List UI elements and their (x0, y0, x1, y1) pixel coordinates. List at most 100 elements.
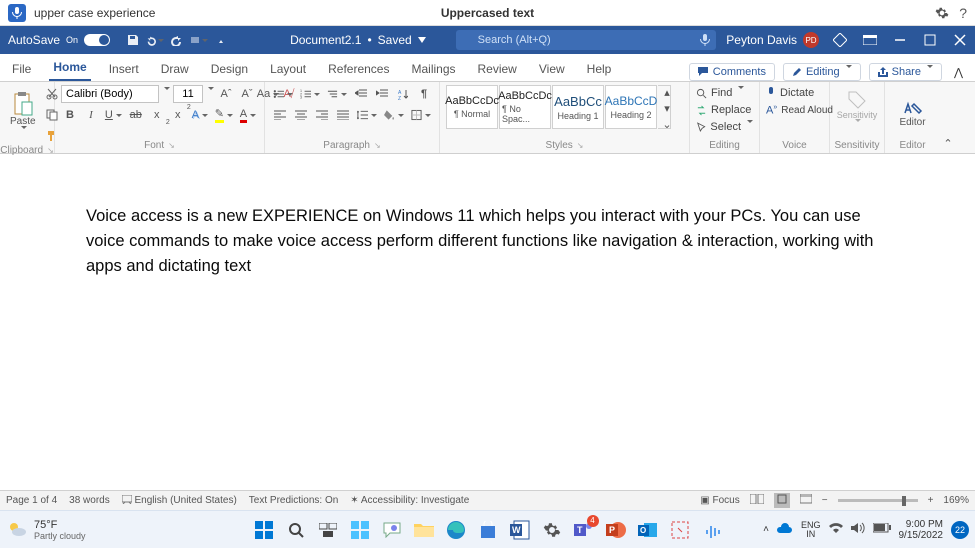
styles-scroll-up[interactable]: ▴ (658, 86, 676, 99)
status-page[interactable]: Page 1 of 4 (6, 495, 57, 506)
shading-button[interactable] (382, 106, 406, 124)
start-button[interactable] (251, 517, 277, 543)
show-marks-button[interactable]: ¶ (415, 85, 433, 103)
zoom-level[interactable]: 169% (943, 495, 969, 506)
qat-overflow-button[interactable] (212, 31, 230, 49)
search-input[interactable] (456, 30, 716, 50)
share-button[interactable]: Share (869, 63, 942, 81)
tab-design[interactable]: Design (207, 57, 252, 81)
tab-draw[interactable]: Draw (157, 57, 193, 81)
sensitivity-button[interactable]: Sensitivity (836, 85, 878, 137)
chevron-down-icon[interactable] (206, 88, 214, 100)
style-heading1[interactable]: AaBbCcHeading 1 (552, 85, 604, 129)
superscript-button[interactable]: x (169, 106, 187, 124)
battery-icon[interactable] (873, 523, 891, 536)
strikethrough-button[interactable]: ab (127, 106, 145, 124)
subscript-button[interactable]: x (148, 106, 166, 124)
document-area[interactable]: Voice access is a new EXPERIENCE on Wind… (0, 154, 975, 490)
align-left-button[interactable] (271, 106, 289, 124)
style-heading2[interactable]: AaBbCcDHeading 2 (605, 85, 657, 129)
settings-button[interactable] (539, 517, 565, 543)
tray-overflow-button[interactable]: ˄ (763, 524, 769, 535)
status-accessibility[interactable]: ✶ Accessibility: Investigate (350, 495, 469, 506)
widgets-button[interactable] (347, 517, 373, 543)
tab-insert[interactable]: Insert (105, 57, 143, 81)
undo-button[interactable] (146, 31, 164, 49)
snipping-button[interactable] (667, 517, 693, 543)
account-button[interactable]: Peyton Davis PD (726, 32, 819, 48)
zoom-in-button[interactable]: + (928, 495, 934, 506)
zoom-out-button[interactable]: − (822, 495, 828, 506)
dialog-launcher-icon[interactable]: ↘ (374, 141, 381, 150)
font-color-button[interactable]: A (238, 106, 258, 124)
wifi-icon[interactable] (829, 523, 843, 537)
redo-button[interactable] (168, 31, 186, 49)
read-aloud-button[interactable]: A»Read Aloud (766, 102, 823, 118)
align-center-button[interactable] (292, 106, 310, 124)
collapse-ribbon-button[interactable]: ⌃ (940, 82, 956, 153)
view-print-button[interactable] (774, 493, 790, 508)
replace-button[interactable]: Replace (696, 102, 753, 118)
qat-more-button[interactable] (190, 31, 208, 49)
shrink-font-button[interactable]: Aˇ (238, 85, 256, 103)
borders-button[interactable] (409, 106, 433, 124)
search-box[interactable] (456, 30, 716, 50)
autosave-toggle[interactable]: AutoSave On (0, 33, 118, 47)
view-web-button[interactable] (800, 494, 812, 507)
highlight-button[interactable]: ✎ (213, 106, 235, 124)
numbering-button[interactable]: 123 (298, 85, 322, 103)
save-button[interactable] (124, 31, 142, 49)
dialog-launcher-icon[interactable]: ↘ (47, 146, 54, 155)
store-button[interactable] (475, 517, 501, 543)
status-words[interactable]: 38 words (69, 495, 110, 506)
style-normal[interactable]: AaBbCcDc¶ Normal (446, 85, 498, 129)
dialog-launcher-icon[interactable]: ↘ (577, 141, 584, 150)
tab-file[interactable]: File (8, 57, 35, 81)
task-view-button[interactable] (315, 517, 341, 543)
close-button[interactable] (945, 26, 975, 54)
document-paragraph[interactable]: Voice access is a new EXPERIENCE on Wind… (86, 204, 889, 278)
comments-button[interactable]: Comments (689, 63, 775, 81)
chevron-down-icon[interactable] (162, 88, 170, 100)
search-mic-icon[interactable] (700, 34, 710, 46)
focus-button[interactable]: ▣ Focus (700, 495, 739, 506)
tab-help[interactable]: Help (583, 57, 616, 81)
help-icon[interactable]: ? (959, 5, 967, 21)
tab-review[interactable]: Review (474, 57, 521, 81)
teams-button[interactable]: T4 (571, 517, 597, 543)
weather-widget[interactable]: 75°F Partly cloudy (6, 519, 86, 541)
tab-layout[interactable]: Layout (266, 57, 310, 81)
underline-button[interactable]: U (103, 106, 124, 124)
powerpoint-button[interactable]: P (603, 517, 629, 543)
select-button[interactable]: Select (696, 119, 753, 135)
styles-scroll-down[interactable]: ▾ (658, 102, 676, 115)
onedrive-icon[interactable] (777, 523, 793, 537)
dictate-button[interactable]: Dictate (766, 85, 823, 101)
align-right-button[interactable] (313, 106, 331, 124)
multilevel-list-button[interactable] (325, 85, 349, 103)
tab-view[interactable]: View (535, 57, 569, 81)
font-name-select[interactable] (61, 85, 159, 103)
diamond-icon[interactable] (825, 26, 855, 54)
word-button[interactable]: W (507, 517, 533, 543)
zoom-slider[interactable] (838, 499, 918, 502)
explorer-button[interactable] (411, 517, 437, 543)
sort-button[interactable]: AZ (394, 85, 412, 103)
clock-button[interactable]: 9:00 PM 9/15/2022 (899, 519, 944, 541)
tab-mailings[interactable]: Mailings (407, 57, 459, 81)
language-button[interactable]: ENG IN (801, 521, 821, 539)
outlook-button[interactable]: O (635, 517, 661, 543)
voice-access-button[interactable] (699, 517, 725, 543)
status-language[interactable]: English (United States) (122, 495, 237, 506)
maximize-button[interactable] (915, 26, 945, 54)
grow-font-button[interactable]: Aˆ (217, 85, 235, 103)
editor-button[interactable]: Editor (891, 85, 934, 137)
paste-button[interactable]: Paste (6, 89, 40, 141)
voice-mic-button[interactable] (8, 4, 26, 22)
text-effects-button[interactable]: A (190, 106, 210, 124)
increase-indent-button[interactable] (373, 85, 391, 103)
find-button[interactable]: Find (696, 85, 753, 101)
styles-expand[interactable]: ⌄ (658, 118, 676, 131)
editing-mode-button[interactable]: Editing (783, 63, 861, 81)
tab-home[interactable]: Home (49, 55, 90, 81)
